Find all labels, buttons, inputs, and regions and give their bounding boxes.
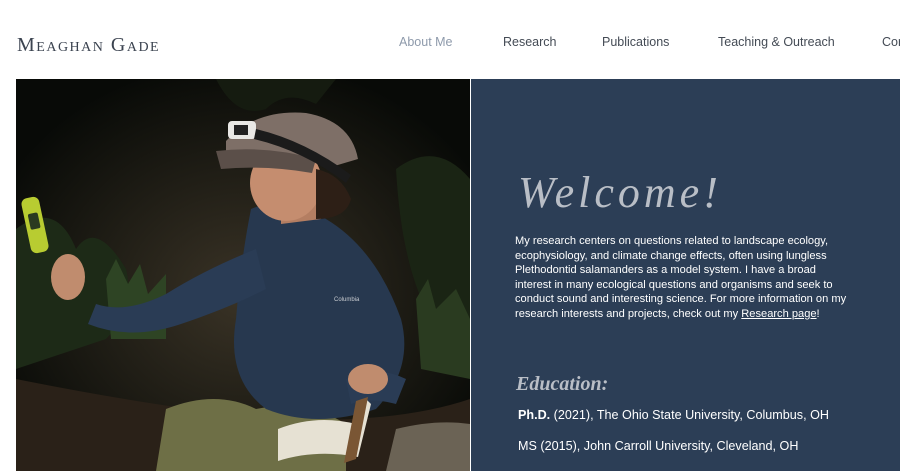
welcome-panel: Welcome! My research centers on question…: [471, 79, 900, 471]
nav-research[interactable]: Research: [503, 35, 557, 49]
welcome-heading: Welcome!: [518, 168, 722, 217]
site-header: Meaghan Gade About Me Research Publicati…: [0, 0, 900, 78]
nav-about-me[interactable]: About Me: [399, 35, 453, 49]
nav-publications[interactable]: Publications: [602, 35, 669, 49]
degree-detail: (2015), John Carroll University, Clevela…: [536, 439, 799, 453]
degree-detail: (2021), The Ohio State University, Colum…: [550, 408, 829, 422]
main-nav: About Me Research Publications Teaching …: [0, 35, 900, 55]
nav-teaching-outreach[interactable]: Teaching & Outreach: [718, 35, 835, 49]
education-item-ms: MS (2015), John Carroll University, Clev…: [518, 439, 798, 453]
degree-label: MS: [518, 439, 537, 453]
education-item-phd: Ph.D. (2021), The Ohio State University,…: [518, 408, 829, 422]
hero-section: Columbia Welcome! My research centers on…: [16, 79, 900, 471]
research-page-link[interactable]: Research page: [741, 308, 816, 320]
profile-photo: Columbia: [16, 79, 470, 471]
field-researcher-photo-icon: Columbia: [16, 79, 470, 471]
nav-contact[interactable]: Cor: [882, 35, 900, 49]
jacket-logo: Columbia: [334, 297, 360, 303]
education-heading: Education:: [516, 373, 609, 395]
degree-label: Ph.D.: [518, 408, 551, 422]
intro-paragraph: My research centers on questions related…: [515, 234, 851, 322]
intro-end: !: [816, 307, 820, 320]
